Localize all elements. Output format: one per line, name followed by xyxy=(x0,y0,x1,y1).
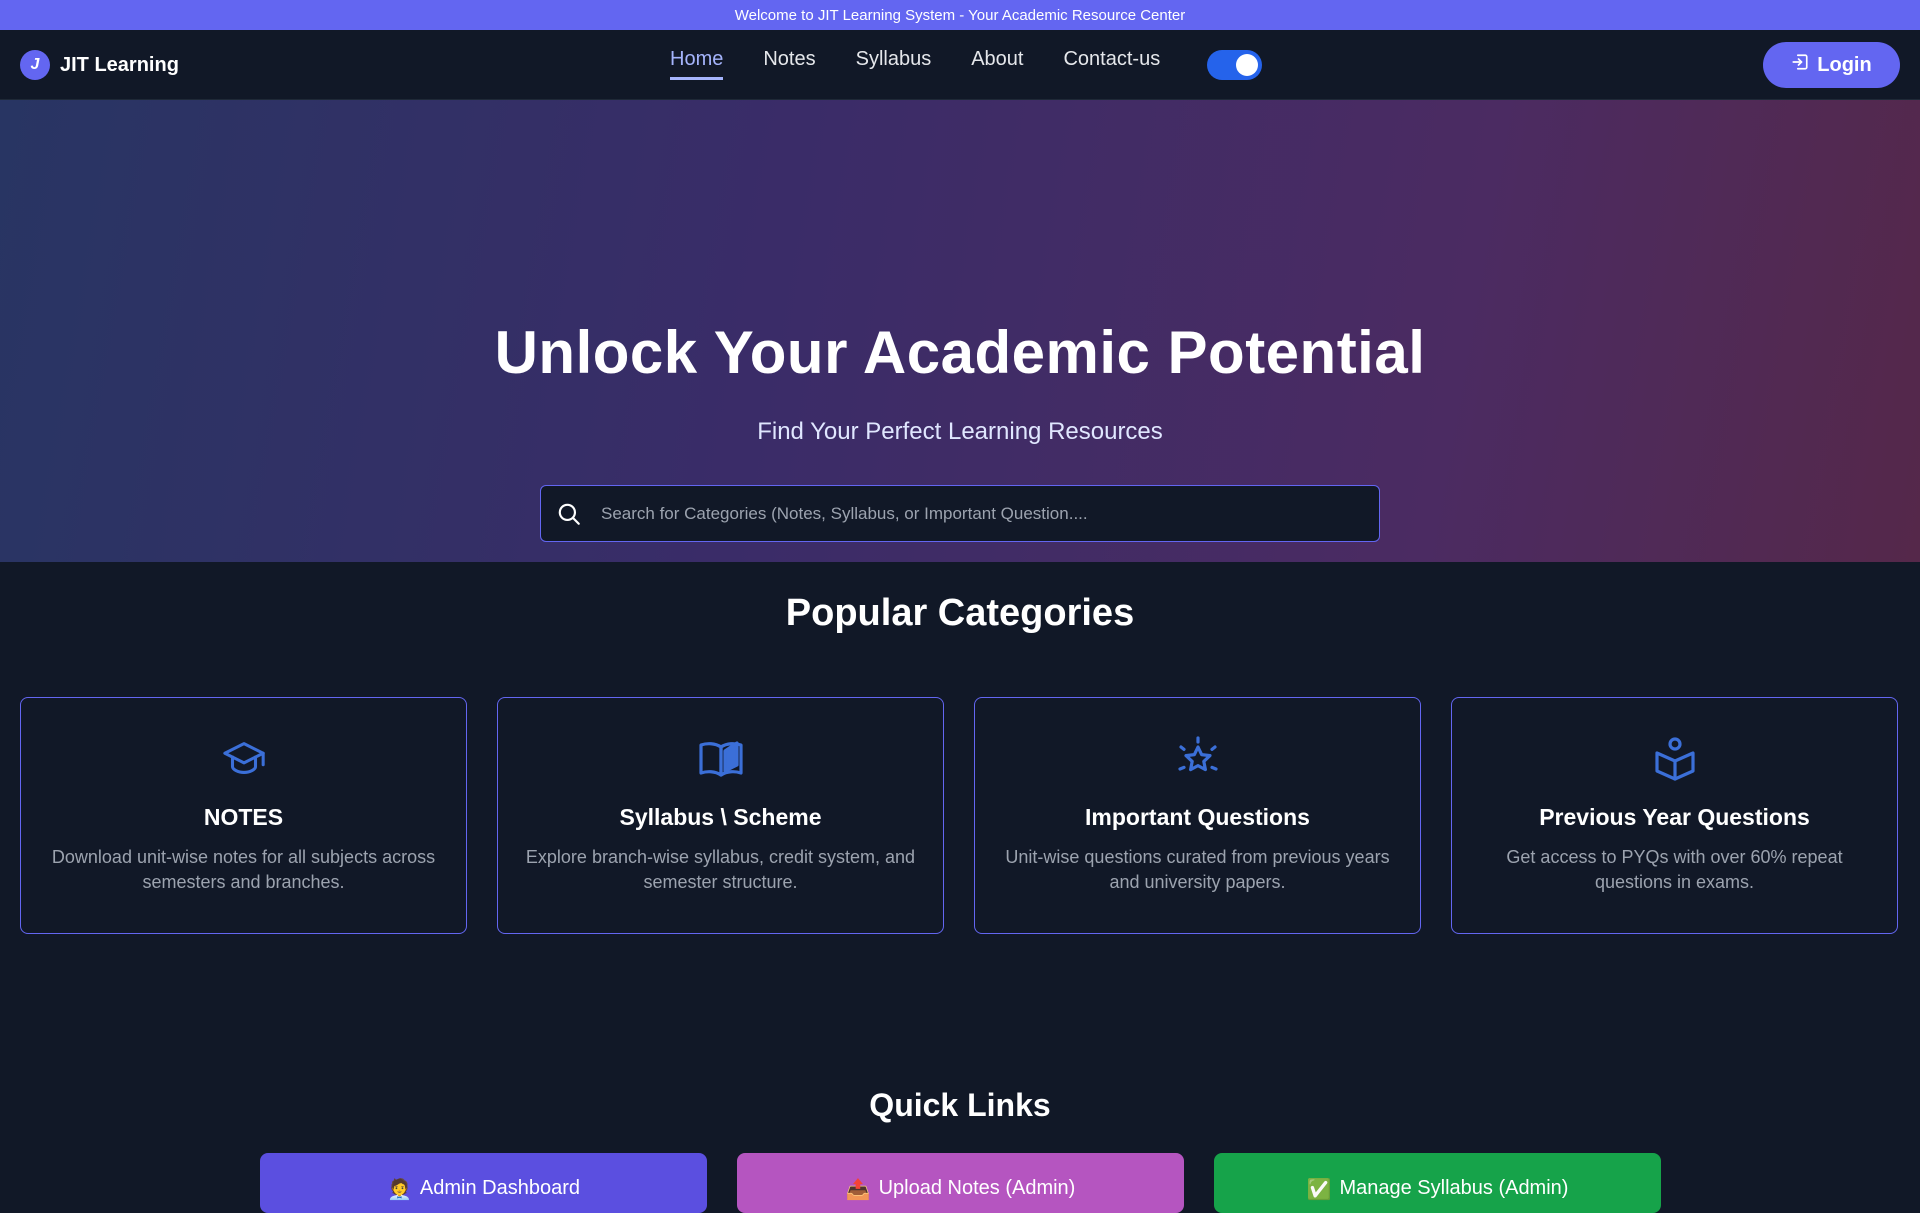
category-card-pyq[interactable]: Previous Year Questions Get access to PY… xyxy=(1451,697,1898,934)
quick-link-label: Upload Notes (Admin) xyxy=(878,1177,1076,1199)
search-bar[interactable] xyxy=(540,485,1380,542)
upload-notes-button[interactable]: 📤 Upload Notes (Admin) xyxy=(737,1153,1184,1213)
nav-item-contact-us[interactable]: Contact-us xyxy=(1063,48,1160,80)
brand-name: JIT Learning xyxy=(60,53,179,76)
admin-icon: 🧑‍💼 xyxy=(387,1179,412,1201)
card-description: Download unit-wise notes for all subject… xyxy=(51,847,436,892)
reader-icon xyxy=(1650,734,1700,784)
announcement-text: Welcome to JIT Learning System - Your Ac… xyxy=(734,6,1186,24)
hero-subtitle: Find Your Perfect Learning Resources xyxy=(757,418,1163,445)
open-book-icon xyxy=(696,734,746,784)
announcement-bar: Welcome to JIT Learning System - Your Ac… xyxy=(0,0,1920,30)
card-title: Syllabus \ Scheme xyxy=(619,804,822,830)
manage-syllabus-button[interactable]: ✅ Manage Syllabus (Admin) xyxy=(1214,1153,1661,1213)
card-description: Unit-wise questions curated from previou… xyxy=(1005,847,1390,892)
card-description: Explore branch-wise syllabus, credit sys… xyxy=(525,847,916,892)
category-card-important-questions[interactable]: Important Questions Unit-wise questions … xyxy=(974,697,1421,934)
nav-item-home[interactable]: Home xyxy=(670,48,724,80)
theme-toggle[interactable] xyxy=(1207,50,1262,80)
nav-links: Home Notes Syllabus About Contact-us xyxy=(670,48,1160,80)
search-input[interactable] xyxy=(597,486,1379,541)
card-description: Get access to PYQs with over 60% repeat … xyxy=(1506,847,1843,892)
category-card-notes[interactable]: NOTES Download unit-wise notes for all s… xyxy=(20,697,467,934)
top-navbar: J JIT Learning Home Notes Syllabus About… xyxy=(0,30,1920,100)
nav-item-syllabus[interactable]: Syllabus xyxy=(856,48,932,80)
star-icon xyxy=(1173,734,1223,784)
category-cards: NOTES Download unit-wise notes for all s… xyxy=(20,697,1898,934)
brand[interactable]: J JIT Learning xyxy=(20,50,179,80)
graduation-cap-icon xyxy=(219,734,269,784)
login-button[interactable]: Login xyxy=(1763,42,1900,88)
card-title: Previous Year Questions xyxy=(1539,804,1810,830)
login-label: Login xyxy=(1817,53,1872,76)
checkmark-icon: ✅ xyxy=(1306,1179,1332,1201)
hero-section: Unlock Your Academic Potential Find Your… xyxy=(0,100,1920,562)
toggle-knob xyxy=(1236,54,1258,76)
login-icon xyxy=(1791,53,1809,77)
brand-logo-icon: J xyxy=(20,50,50,80)
quick-link-label: Manage Syllabus (Admin) xyxy=(1339,1177,1569,1199)
category-card-syllabus[interactable]: Syllabus \ Scheme Explore branch-wise sy… xyxy=(497,697,944,934)
categories-title: Popular Categories xyxy=(785,592,1135,634)
quick-links-title: Quick Links xyxy=(869,1087,1051,1123)
card-title: NOTES xyxy=(203,804,284,830)
upload-icon: 📤 xyxy=(845,1179,871,1201)
nav-item-notes[interactable]: Notes xyxy=(763,48,815,80)
quick-link-label: Admin Dashboard xyxy=(419,1177,580,1199)
admin-dashboard-button[interactable]: 🧑‍💼 Admin Dashboard xyxy=(260,1153,707,1213)
hero-title: Unlock Your Academic Potential xyxy=(494,319,1426,386)
card-title: Important Questions xyxy=(1085,804,1310,830)
search-icon xyxy=(541,501,597,527)
quick-links: 🧑‍💼 Admin Dashboard 📤 Upload Notes (Admi… xyxy=(260,1153,1661,1213)
nav-item-about[interactable]: About xyxy=(971,48,1023,80)
